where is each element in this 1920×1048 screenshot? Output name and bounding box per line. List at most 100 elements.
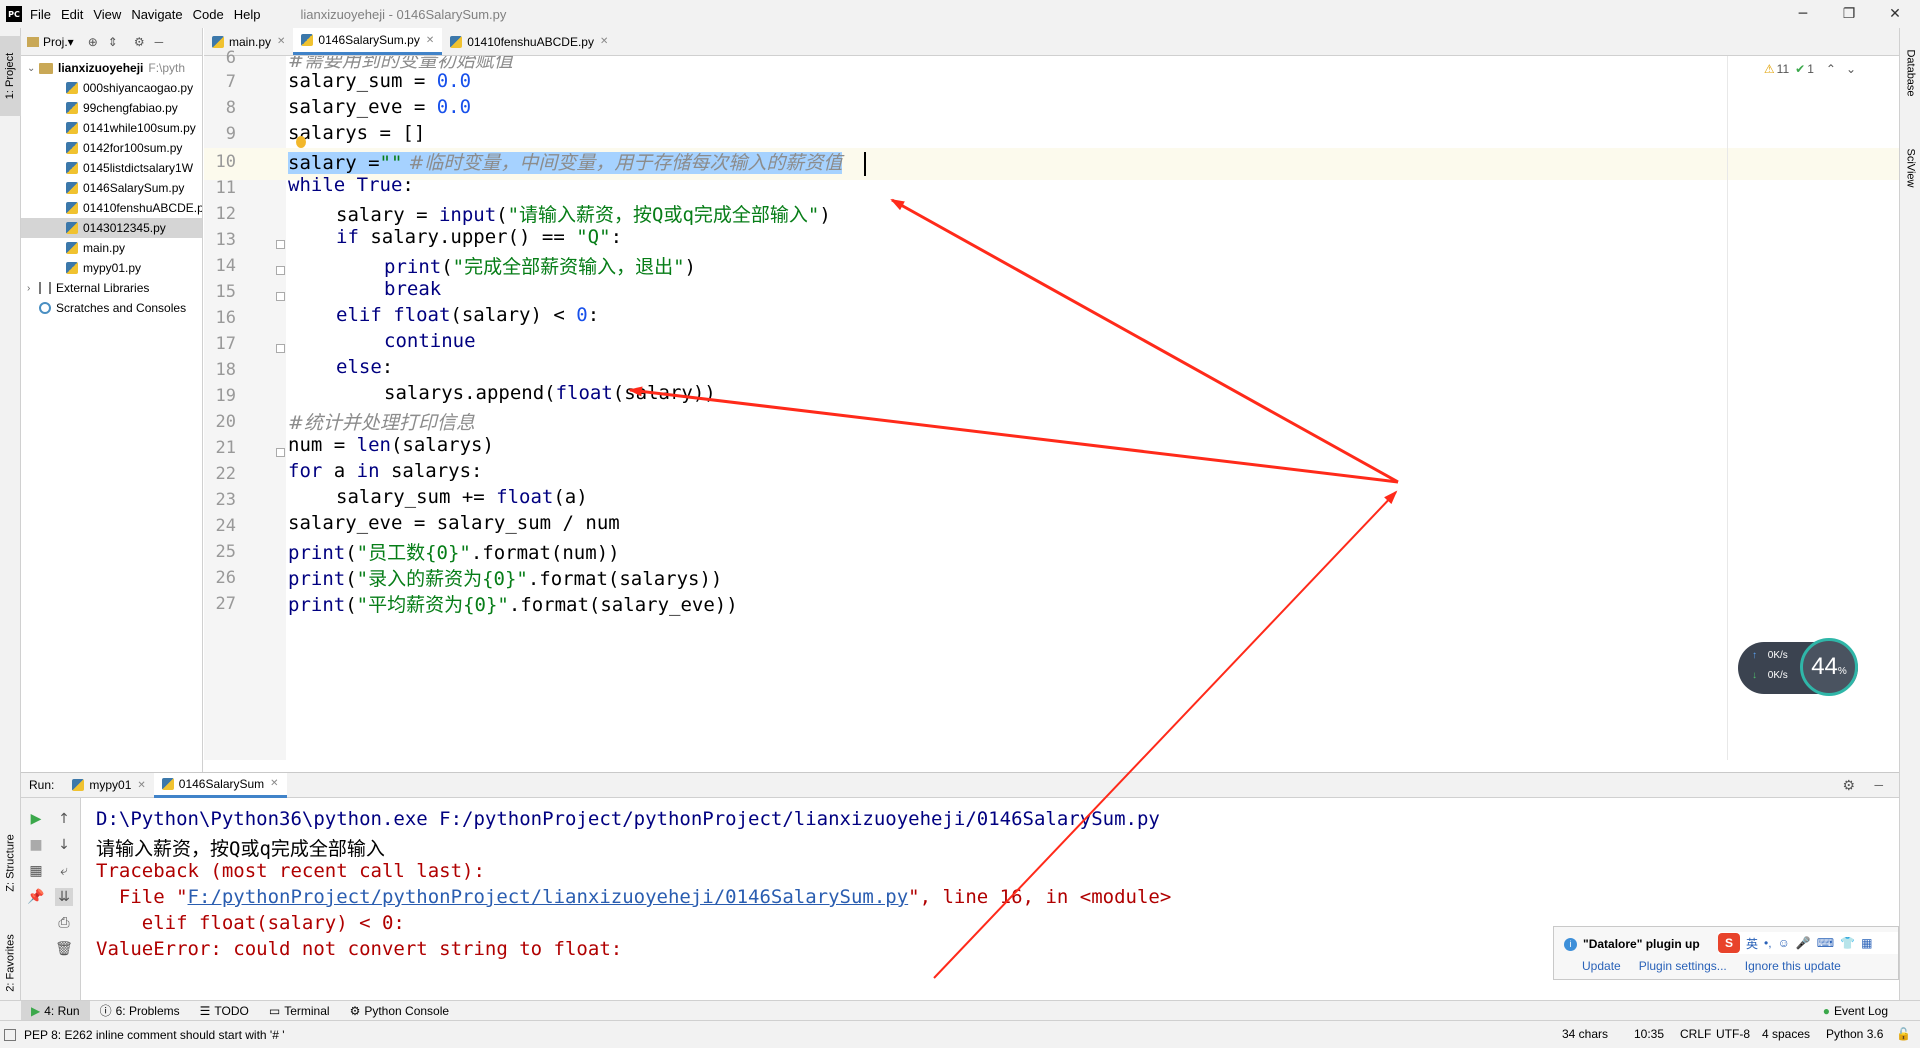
run-tab-salarysum[interactable]: 0146SalarySum ✕ (153, 772, 287, 798)
minimize-button[interactable]: ─ (1780, 0, 1826, 28)
maximize-button[interactable]: ❐ (1826, 0, 1872, 28)
punctuation-icon[interactable]: •, (1764, 936, 1772, 950)
editor-tab-label: main.py (229, 34, 272, 49)
close-window-button[interactable]: ✕ (1872, 0, 1918, 28)
keyboard-icon[interactable]: ⌨ (1817, 936, 1834, 950)
scroll-down-icon[interactable]: ↓ (55, 836, 73, 854)
favorites-tool-tab[interactable]: 2: Favorites (0, 918, 21, 1008)
code-editor[interactable]: #需要用到的变量初始赋值 salary_sum = 0.0 salary_eve… (286, 56, 1899, 760)
fold-marker-icon[interactable] (276, 240, 285, 249)
update-link[interactable]: Update (1582, 959, 1621, 973)
chevron-up-icon[interactable]: ⌃ (1826, 62, 1836, 76)
fold-marker-icon[interactable] (276, 448, 285, 457)
tree-scratches[interactable]: Scratches and Consoles (21, 298, 202, 318)
gear-icon[interactable]: ⚙ (134, 35, 145, 49)
fold-marker-icon[interactable] (276, 344, 285, 353)
project-view-dropdown[interactable]: Proj.▾ (43, 35, 74, 49)
python-file-icon (66, 102, 78, 114)
close-icon[interactable]: ✕ (137, 780, 145, 791)
console-file-link[interactable]: F:/pythonProject/pythonProject/lianxizuo… (188, 886, 909, 908)
run-console[interactable]: D:\Python\Python36\python.exe F:/pythonP… (81, 798, 1899, 1020)
trash-icon[interactable]: 🗑 (55, 940, 73, 958)
menu-help[interactable]: Help (234, 7, 261, 22)
print-icon[interactable]: ⎙ (55, 914, 73, 932)
microphone-icon[interactable]: 🎤 (1796, 936, 1811, 950)
project-tool-tab[interactable]: 1: Project (0, 36, 21, 116)
menu-view[interactable]: View (93, 7, 121, 22)
tree-file-item[interactable]: 01410fenshuABCDE.p (21, 198, 202, 218)
sciview-tool-tab[interactable]: SciView (1900, 133, 1920, 203)
menu-navigate[interactable]: Navigate (131, 7, 182, 22)
structure-tool-tab[interactable]: Z: Structure (0, 818, 21, 908)
ignore-update-link[interactable]: Ignore this update (1745, 959, 1841, 973)
gear-icon[interactable]: ⚙ (1842, 777, 1855, 794)
tree-file-item[interactable]: mypy01.py (21, 258, 202, 278)
close-icon[interactable]: ✕ (426, 35, 434, 46)
close-icon[interactable]: ✕ (600, 36, 608, 47)
database-tool-tab[interactable]: Database (1900, 38, 1920, 108)
tree-file-item-selected[interactable]: 0143012345.py (21, 218, 202, 238)
hide-panel-icon[interactable]: ─ (155, 35, 164, 49)
tree-file-item[interactable]: 000shiyancaogao.py (21, 78, 202, 98)
close-icon[interactable]: ✕ (270, 778, 278, 789)
lightbulb-icon[interactable] (296, 136, 306, 148)
run-tool-button[interactable]: ▶ 4: Run (21, 1000, 90, 1021)
emoji-icon[interactable]: ☺ (1778, 936, 1790, 950)
locate-file-icon[interactable]: ⊕ (88, 35, 98, 49)
chevron-right-icon[interactable]: › (27, 283, 39, 294)
line-separator[interactable]: CRLF (1680, 1027, 1711, 1041)
sogou-ime-icon[interactable]: S (1718, 933, 1740, 953)
tree-file-item[interactable]: 0141while100sum.py (21, 118, 202, 138)
ime-language-label[interactable]: 英 (1746, 935, 1758, 952)
tree-file-item[interactable]: 0146SalarySum.py (21, 178, 202, 198)
scroll-up-icon[interactable]: ↑ (55, 810, 73, 828)
chevron-down-icon[interactable]: ⌄ (1846, 62, 1856, 76)
collapse-all-icon[interactable]: ⇕ (108, 35, 118, 49)
editor-tab-salarysum[interactable]: 0146SalarySum.py ✕ (293, 28, 443, 55)
python-interpreter[interactable]: Python 3.6 (1826, 1027, 1883, 1041)
plugin-settings-link[interactable]: Plugin settings... (1639, 959, 1727, 973)
todo-tool-button[interactable]: ☰ TODO (190, 1001, 259, 1021)
hide-panel-icon[interactable]: ─ (1874, 778, 1883, 792)
rerun-icon[interactable]: ▶ (27, 810, 45, 828)
event-log-button[interactable]: ● Event Log (1813, 1001, 1898, 1021)
python-console-tool-button[interactable]: ⚙ Python Console (340, 1001, 460, 1021)
run-tab-mypy01[interactable]: mypy01 ✕ (64, 773, 153, 798)
problems-tool-button[interactable]: ⓘ 6: Problems (90, 1001, 190, 1021)
editor-tab-fenshu[interactable]: 01410fenshuABCDE.py ✕ (442, 28, 616, 55)
pin-icon[interactable]: 📌 (27, 888, 45, 906)
file-encoding[interactable]: UTF-8 (1716, 1027, 1750, 1041)
lock-icon[interactable]: 🔓 (1896, 1027, 1911, 1041)
toggle-tool-windows-icon[interactable] (4, 1028, 16, 1041)
stop-icon[interactable]: ■ (27, 836, 45, 854)
tree-file-item[interactable]: 0142for100sum.py (21, 138, 202, 158)
inspection-widget[interactable]: ⚠ 11 ✔ 1 ⌃ ⌄ (1764, 62, 1856, 76)
tree-external-libraries[interactable]: › External Libraries (21, 278, 202, 298)
tree-file-item[interactable]: main.py (21, 238, 202, 258)
text-caret (864, 152, 866, 176)
tree-file-item[interactable]: 99chengfabiao.py (21, 98, 202, 118)
tree-root[interactable]: ⌄ lianxizuoyeheji F:\pyth (21, 58, 202, 78)
code-line-19: salarys.append(float(salary)) (384, 382, 716, 404)
skin-icon[interactable]: 👕 (1840, 936, 1855, 950)
caret-position[interactable]: 10:35 (1634, 1027, 1664, 1041)
soft-wrap-icon[interactable]: ⤶ (55, 862, 73, 880)
toolbox-icon[interactable]: ▦ (1861, 936, 1872, 950)
line-number: 19 (215, 386, 236, 406)
indent-setting[interactable]: 4 spaces (1762, 1027, 1810, 1041)
scroll-to-end-icon[interactable]: ⇊ (55, 888, 73, 906)
layout-icon[interactable]: ▦ (27, 862, 45, 880)
chevron-down-icon[interactable]: ⌄ (27, 63, 39, 74)
fold-marker-icon[interactable] (276, 266, 285, 275)
fold-marker-icon[interactable] (276, 292, 285, 301)
menu-edit[interactable]: Edit (61, 7, 83, 22)
line-number: 14 (215, 256, 236, 276)
menu-code[interactable]: Code (193, 7, 224, 22)
close-icon[interactable]: ✕ (277, 36, 285, 47)
menu-file[interactable]: File (30, 7, 51, 22)
file-name: 0141while100sum.py (83, 121, 196, 135)
terminal-tool-button[interactable]: ▭ Terminal (259, 1001, 340, 1021)
project-folder-icon (27, 36, 39, 47)
download-speed: 0K/s (1767, 670, 1788, 681)
tree-file-item[interactable]: 0145listdictsalary1W (21, 158, 202, 178)
